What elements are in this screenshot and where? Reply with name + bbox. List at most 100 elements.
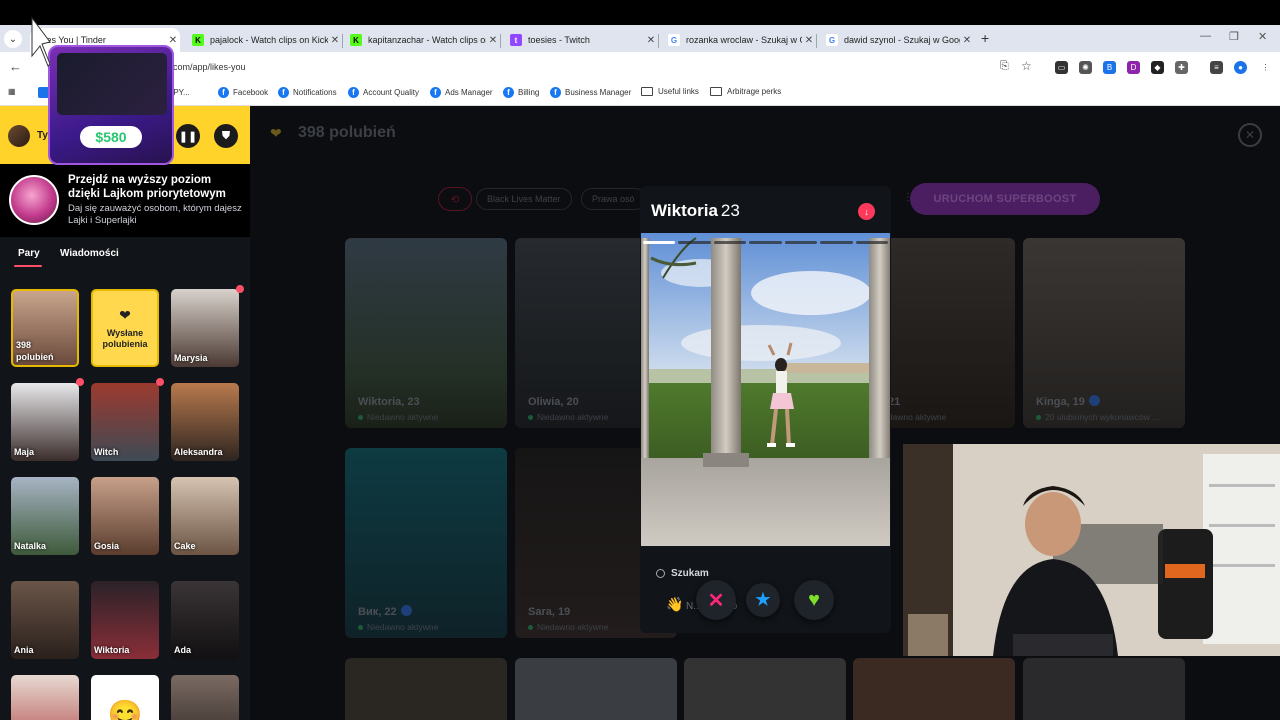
match-tile[interactable]: Maja: [11, 383, 79, 461]
camera-extension-icon[interactable]: ▭: [1055, 61, 1068, 74]
match-tile[interactable]: Aleksandra: [171, 383, 239, 461]
close-icon[interactable]: ✕: [644, 35, 658, 46]
priority-likes-promo[interactable]: Przejdź na wyższy poziom dzięki Lajkom p…: [0, 164, 250, 237]
nope-button[interactable]: ✕: [696, 580, 736, 620]
shield-icon[interactable]: ⛊: [214, 124, 238, 148]
photo-progress-segment[interactable]: [713, 241, 747, 244]
card-name: Kinga, 19: [1036, 395, 1100, 408]
tab-search-icon[interactable]: ⌄: [4, 30, 22, 48]
match-tile[interactable]: Witch: [91, 383, 159, 461]
match-tile[interactable]: Natalka: [11, 477, 79, 555]
verified-badge-icon: [400, 605, 412, 616]
card-name: Вик, 22: [358, 605, 412, 618]
match-tile[interactable]: Marysia: [171, 289, 239, 367]
card-name-text: Kinga, 19: [1036, 396, 1085, 408]
card-status: Niedawno aktywne: [358, 412, 438, 422]
match-tile[interactable]: Gosia: [91, 477, 159, 555]
bookmark-label: Useful links: [658, 87, 699, 96]
photo-progress-segment[interactable]: [678, 241, 711, 244]
user-name[interactable]: Ty: [37, 130, 48, 141]
bookmark-arbitrage-perks[interactable]: Arbitrage perks: [710, 87, 781, 96]
url-field[interactable]: com/app/likes-you: [40, 56, 1040, 78]
close-icon[interactable]: ✕: [1238, 123, 1262, 147]
close-icon[interactable]: ✕: [486, 35, 500, 46]
like-card[interactable]: [684, 658, 846, 720]
like-card[interactable]: Wiktoria, 23 Niedawno aktywne: [345, 238, 507, 428]
like-card[interactable]: [515, 658, 677, 720]
bookmark-billing[interactable]: f Billing: [503, 87, 539, 98]
photo-progress-segment[interactable]: [820, 241, 853, 244]
like-button[interactable]: ♥: [794, 580, 834, 620]
superlike-button[interactable]: ★: [746, 583, 780, 617]
mouse-cursor-icon: [31, 16, 50, 67]
filter-chip[interactable]: Prawa osó: [581, 188, 646, 210]
extensions-puzzle-icon[interactable]: ✚: [1175, 61, 1188, 74]
profile-preview-card[interactable]: Wiktoria 23 ↓ Szukam 👋 N... ✕ ★ ♥: [640, 186, 891, 633]
extension-shield-icon[interactable]: ◆: [1151, 61, 1164, 74]
close-icon[interactable]: ✕: [166, 35, 180, 46]
bookmark-useful-links[interactable]: Useful links: [641, 87, 699, 96]
promo-title: Przejdź na wyższy poziom dzięki Lajkom p…: [68, 174, 226, 200]
kebab-menu-icon[interactable]: ⋮: [1259, 61, 1272, 74]
bookmark-notifications[interactable]: f Notifications: [278, 87, 337, 98]
bookmark-account-quality[interactable]: f Account Quality: [348, 87, 419, 98]
bookmark-facebook[interactable]: f Facebook: [218, 87, 268, 98]
new-tab-plus-icon[interactable]: +: [981, 30, 989, 46]
close-icon[interactable]: ✕: [960, 35, 974, 46]
facebook-icon: f: [348, 87, 359, 98]
bookmark-star-icon[interactable]: ☆: [1021, 59, 1032, 73]
like-card[interactable]: [1023, 658, 1185, 720]
likes-you-tile[interactable]: 398 polubień: [11, 289, 79, 367]
bookmark-label: Account Quality: [363, 88, 420, 97]
match-tile[interactable]: Cake: [171, 477, 239, 555]
minimize-icon[interactable]: —: [1200, 30, 1211, 42]
like-card[interactable]: [345, 658, 507, 720]
media-control-icon[interactable]: ≡: [1210, 61, 1223, 74]
match-name: Gosia: [94, 541, 120, 551]
filter-reset-icon[interactable]: ⟲: [438, 187, 472, 211]
match-tile[interactable]: Wiktoria: [91, 581, 159, 659]
user-avatar[interactable]: [8, 125, 30, 147]
sent-likes-tile[interactable]: ❤ Wysłane polubienia: [91, 289, 159, 367]
profile-photo[interactable]: [641, 233, 890, 546]
photo-progress-segment[interactable]: [784, 241, 818, 244]
tab-matches[interactable]: Pary: [18, 248, 40, 259]
profile-avatar-icon[interactable]: ●: [1234, 61, 1247, 74]
match-tile[interactable]: 😊: [91, 675, 159, 720]
photo-progress-segment[interactable]: [855, 241, 888, 244]
tab-kick-kapitanzachar[interactable]: K kapitanzachar - Watch clips on ✕: [340, 28, 500, 52]
back-arrow-icon[interactable]: ←: [9, 59, 22, 74]
match-tile[interactable]: [11, 675, 79, 720]
tab-twitch[interactable]: t toesies - Twitch ✕: [500, 28, 658, 52]
filter-chip[interactable]: Black Lives Matter: [476, 188, 572, 210]
photo-progress-segment[interactable]: [749, 241, 782, 244]
install-app-icon[interactable]: ⎘: [1000, 60, 1009, 73]
match-tile[interactable]: [171, 675, 239, 720]
openai-extension-icon[interactable]: ✺: [1079, 61, 1092, 74]
tab-google-rozanka[interactable]: G rozanka wroclaw - Szukaj w Goo ✕: [658, 28, 816, 52]
extension-b-icon[interactable]: B: [1103, 61, 1116, 74]
bookmark-business-manager[interactable]: f Business Manager: [550, 87, 631, 98]
close-icon[interactable]: ✕: [802, 35, 816, 46]
collapse-arrow-icon[interactable]: ↓: [858, 203, 875, 220]
facebook-icon: f: [218, 87, 229, 98]
restore-icon[interactable]: ❐: [1229, 30, 1239, 43]
extension-d-icon[interactable]: D: [1127, 61, 1140, 74]
match-tile[interactable]: Ada: [171, 581, 239, 659]
tab-messages[interactable]: Wiadomości: [60, 248, 119, 259]
match-tile[interactable]: Ania: [11, 581, 79, 659]
verified-badge-icon: [1088, 395, 1100, 406]
explore-icon[interactable]: ❚❚: [176, 124, 200, 148]
like-card[interactable]: [853, 658, 1015, 720]
close-window-icon[interactable]: ✕: [1258, 30, 1267, 43]
overlay-image: [57, 53, 167, 115]
tab-strip: ⌄ ikes You | Tinder ✕ K pajalock - Watch…: [0, 25, 1280, 52]
photo-progress-segment[interactable]: [643, 241, 676, 244]
like-card[interactable]: Вик, 22 Niedawno aktywne: [345, 448, 507, 638]
apps-grid-icon[interactable]: ▦: [8, 87, 16, 96]
bookmark-ads-manager[interactable]: f Ads Manager: [430, 87, 493, 98]
tab-google-dawid[interactable]: G dawid szynol - Szukaj w Google ✕: [816, 28, 974, 52]
like-card[interactable]: Kinga, 19 20 ulubionych wykonawców ...: [1023, 238, 1185, 428]
superboost-button[interactable]: URUCHOM SUPERBOOST: [910, 183, 1100, 215]
tab-kick-pajalock[interactable]: K pajalock - Watch clips on Kick ✕: [182, 28, 342, 52]
